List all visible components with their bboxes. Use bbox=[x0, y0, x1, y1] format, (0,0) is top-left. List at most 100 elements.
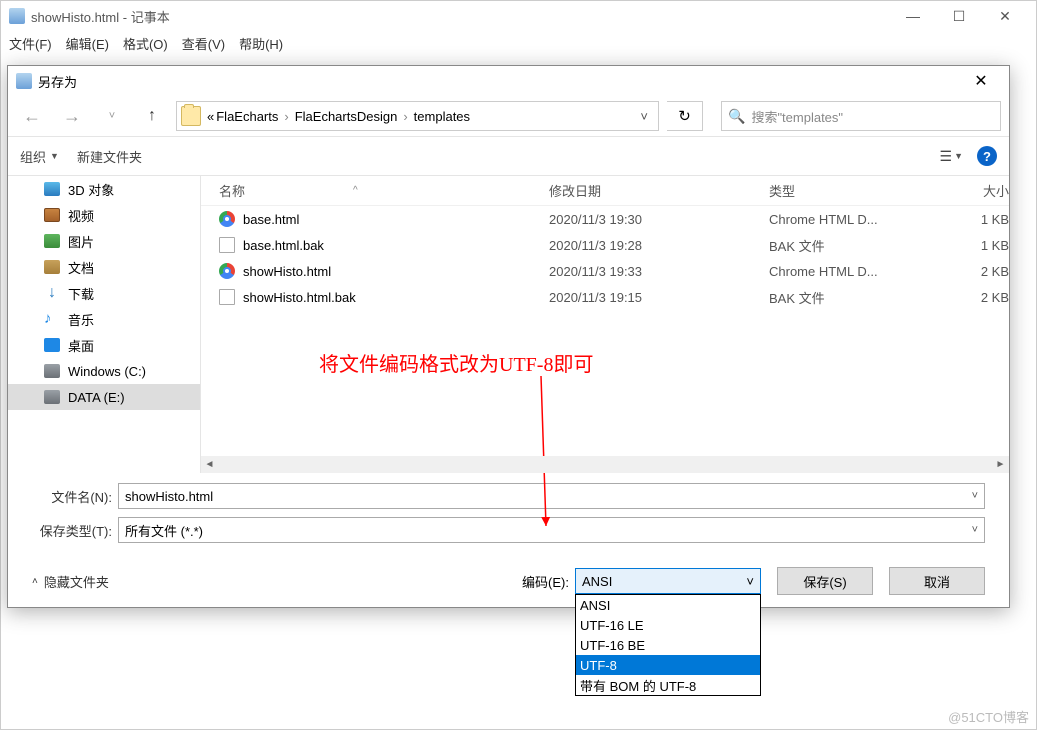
file-size: 2 KB bbox=[949, 290, 1009, 305]
sidebar-item[interactable]: 3D 对象 bbox=[8, 176, 200, 202]
encoding-option[interactable]: UTF-16 BE bbox=[576, 635, 760, 655]
cancel-button[interactable]: 取消 bbox=[889, 567, 985, 595]
file-row[interactable]: base.html.bak 2020/11/3 19:28BAK 文件1 KB bbox=[201, 232, 1009, 258]
dialog-close-button[interactable]: ✕ bbox=[961, 71, 1001, 91]
file-date: 2020/11/3 19:28 bbox=[549, 238, 769, 253]
breadcrumb-bar[interactable]: « FlaEcharts › FlaEchartsDesign › templa… bbox=[176, 101, 659, 131]
menu-format[interactable]: 格式(O) bbox=[123, 34, 168, 53]
sidebar-item[interactable]: 图片 bbox=[8, 228, 200, 254]
breadcrumb-part[interactable]: FlaEchartsDesign bbox=[295, 109, 398, 124]
sidebar-item-label: 文档 bbox=[68, 258, 94, 277]
sidebar-item-icon: ♪ bbox=[44, 312, 60, 326]
column-date[interactable]: 修改日期 bbox=[549, 181, 769, 200]
dialog-icon bbox=[16, 73, 32, 89]
sidebar-item[interactable]: 文档 bbox=[8, 254, 200, 280]
help-button[interactable]: ? bbox=[977, 146, 997, 166]
save-button[interactable]: 保存(S) bbox=[777, 567, 873, 595]
breadcrumb-part[interactable]: templates bbox=[414, 109, 470, 124]
sidebar-item[interactable]: Windows (C:) bbox=[8, 358, 200, 384]
file-row[interactable]: showHisto.html2020/11/3 19:33Chrome HTML… bbox=[201, 258, 1009, 284]
sidebar-item-icon bbox=[44, 182, 60, 196]
sidebar-item-label: 下载 bbox=[68, 284, 94, 303]
filetype-select[interactable]: 所有文件 (*.*)˅ bbox=[118, 517, 985, 543]
sidebar-item-icon bbox=[44, 364, 60, 378]
chrome-icon bbox=[219, 211, 235, 227]
sidebar: 3D 对象视频图片文档 ↓ 下载 ♪ 音乐桌面 Windows (C:) DATA (E:) bbox=[8, 176, 201, 473]
nav-back-button[interactable]: ← bbox=[16, 102, 48, 130]
maximize-button[interactable]: ☐ bbox=[936, 1, 982, 31]
sidebar-item-label: Windows (C:) bbox=[68, 364, 146, 379]
notepad-titlebar[interactable]: showHisto.html - 记事本 — ☐ ✕ bbox=[1, 1, 1036, 31]
encoding-select[interactable]: ANSI˅ ANSIUTF-16 LEUTF-16 BEUTF-8带有 BOM … bbox=[575, 568, 761, 594]
search-icon: 🔍 bbox=[728, 108, 745, 125]
file-name: base.html.bak bbox=[243, 238, 324, 253]
file-row[interactable]: base.html2020/11/3 19:30Chrome HTML D...… bbox=[201, 206, 1009, 232]
sidebar-item[interactable]: ↓ 下载 bbox=[8, 280, 200, 306]
sidebar-item-icon bbox=[44, 390, 60, 404]
sidebar-item[interactable]: DATA (E:) bbox=[8, 384, 200, 410]
watermark: @51CTO博客 bbox=[948, 707, 1029, 726]
dialog-titlebar[interactable]: 另存为 ✕ bbox=[8, 66, 1009, 96]
sidebar-item[interactable]: 桌面 bbox=[8, 332, 200, 358]
file-row[interactable]: showHisto.html.bak2020/11/3 19:15BAK 文件2… bbox=[201, 284, 1009, 310]
column-type[interactable]: 类型 bbox=[769, 181, 949, 200]
sidebar-item-label: 音乐 bbox=[68, 310, 94, 329]
refresh-button[interactable]: ↻ bbox=[667, 101, 703, 131]
nav-up-button[interactable]: ↑ bbox=[136, 102, 168, 130]
file-size: 1 KB bbox=[949, 238, 1009, 253]
breadcrumb-part[interactable]: FlaEcharts bbox=[216, 109, 278, 124]
scroll-right-icon[interactable]: ► bbox=[992, 456, 1009, 473]
column-name[interactable]: 名称^ bbox=[219, 181, 549, 200]
menu-file[interactable]: 文件(F) bbox=[9, 34, 52, 53]
hide-folders-button[interactable]: ˄隐藏文件夹 bbox=[32, 572, 109, 591]
column-size[interactable]: 大小 bbox=[949, 181, 1009, 200]
nav-forward-button[interactable]: → bbox=[56, 102, 88, 130]
notepad-icon bbox=[9, 8, 25, 24]
file-size: 2 KB bbox=[949, 264, 1009, 279]
sidebar-item-icon bbox=[44, 234, 60, 248]
new-folder-button[interactable]: 新建文件夹 bbox=[77, 147, 142, 166]
dialog-toolbar: 组织▼ 新建文件夹 ☰ ▼ ? bbox=[8, 136, 1009, 176]
minimize-button[interactable]: — bbox=[890, 1, 936, 31]
horizontal-scrollbar[interactable]: ◄ ► bbox=[201, 456, 1009, 473]
sidebar-item-icon bbox=[44, 208, 60, 222]
sort-asc-icon: ^ bbox=[353, 185, 358, 196]
file-name: showHisto.html bbox=[243, 264, 331, 279]
column-headers: 名称^ 修改日期 类型 大小 bbox=[201, 176, 1009, 206]
scroll-left-icon[interactable]: ◄ bbox=[201, 456, 218, 473]
sidebar-item[interactable]: 视频 bbox=[8, 202, 200, 228]
file-date: 2020/11/3 19:30 bbox=[549, 212, 769, 227]
sidebar-item-icon bbox=[44, 338, 60, 352]
organize-button[interactable]: 组织▼ bbox=[20, 147, 59, 166]
file-icon bbox=[219, 237, 235, 253]
encoding-option[interactable]: 带有 BOM 的 UTF-8 bbox=[576, 675, 760, 695]
file-icon bbox=[219, 289, 235, 305]
filename-input[interactable]: showHisto.html˅ bbox=[118, 483, 985, 509]
view-options-button[interactable]: ☰ ▼ bbox=[940, 148, 963, 165]
chevron-right-icon: › bbox=[284, 109, 288, 124]
sidebar-item-icon: ↓ bbox=[44, 286, 60, 300]
encoding-option[interactable]: UTF-8 bbox=[576, 655, 760, 675]
chrome-icon bbox=[219, 263, 235, 279]
file-type: BAK 文件 bbox=[769, 288, 949, 307]
sidebar-item-label: DATA (E:) bbox=[68, 390, 125, 405]
sidebar-item-icon bbox=[44, 260, 60, 274]
encoding-option[interactable]: UTF-16 LE bbox=[576, 615, 760, 635]
menu-edit[interactable]: 编辑(E) bbox=[66, 34, 109, 53]
sidebar-item[interactable]: ♪ 音乐 bbox=[8, 306, 200, 332]
annotation-text: 将文件编码格式改为UTF-8即可 bbox=[319, 348, 593, 377]
menu-view[interactable]: 查看(V) bbox=[182, 34, 225, 53]
search-input[interactable]: 🔍 搜索"templates" bbox=[721, 101, 1001, 131]
breadcrumb-overflow[interactable]: « bbox=[207, 109, 214, 124]
close-button[interactable]: ✕ bbox=[982, 1, 1028, 31]
nav-history-button[interactable]: ˅ bbox=[96, 102, 128, 130]
encoding-label: 编码(E): bbox=[522, 572, 569, 591]
chevron-right-icon: › bbox=[403, 109, 407, 124]
dialog-bottom: 文件名(N): showHisto.html˅ 保存类型(T): 所有文件 (*… bbox=[8, 473, 1009, 607]
file-type: BAK 文件 bbox=[769, 236, 949, 255]
menu-help[interactable]: 帮助(H) bbox=[239, 34, 283, 53]
breadcrumb-dropdown[interactable]: ˅ bbox=[634, 109, 654, 124]
encoding-option[interactable]: ANSI bbox=[576, 595, 760, 615]
filename-label: 文件名(N): bbox=[32, 487, 118, 506]
file-name: base.html bbox=[243, 212, 299, 227]
